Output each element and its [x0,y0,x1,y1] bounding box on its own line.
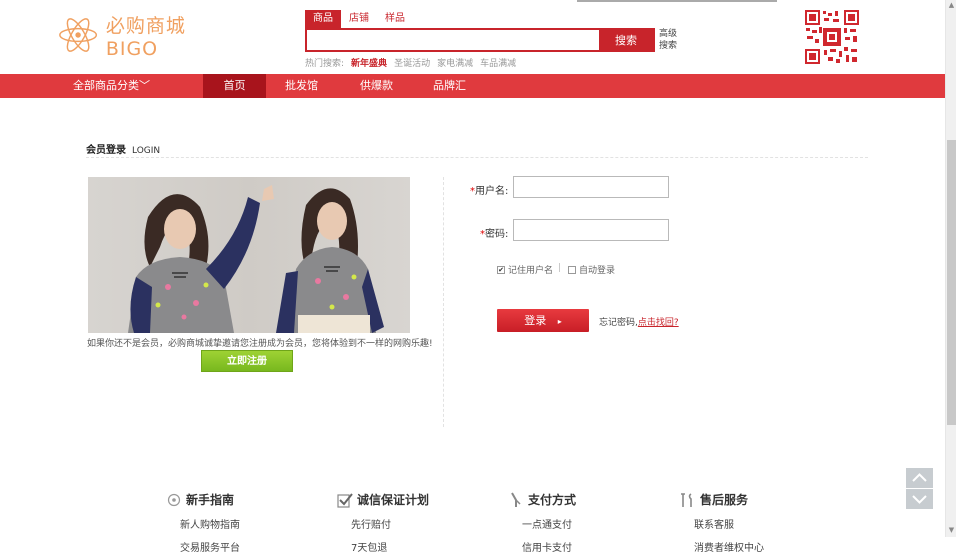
login-button-label: 登录 [524,314,547,327]
search-input[interactable] [307,30,599,50]
footer-link[interactable]: 一点通支付 [508,516,576,531]
footer-column-payment: 支付方式 一点通支付 信用卡支付 [508,491,576,554]
search-button[interactable]: 搜索 [599,30,653,50]
scrollbar-thumb[interactable] [947,140,956,425]
login-title-en: LOGIN [132,146,161,156]
qr-code-icon [804,9,860,65]
footer-link[interactable]: 7天包退 [337,539,429,554]
hot-keyword[interactable]: 圣诞活动 [394,59,430,69]
chevron-down-icon [912,495,927,504]
footer-link[interactable]: 交易服务平台 [166,539,240,554]
checkbox-checked-icon: ✔ [497,265,505,274]
hot-keyword[interactable]: 家电满减 [437,59,473,69]
dropdown-edge [577,0,777,2]
footer-column-guarantee: 诚信保证计划 先行赔付 7天包退 [337,491,429,554]
hot-search-bar: 热门搜索: 新年盛典 圣诞活动 家电满减 车品满减 [305,56,523,69]
search-tab-sample[interactable]: 样品 [377,10,413,28]
arrow-right-icon: ▸ [557,317,562,326]
footer-link[interactable]: 联系客服 [680,516,764,531]
hot-keyword[interactable]: 新年盛典 [351,59,387,69]
username-input[interactable] [513,176,669,198]
advanced-search-link[interactable]: 高级搜索 [659,28,681,52]
forgot-password-link[interactable]: 点击找回? [638,318,679,328]
password-input[interactable] [513,219,669,241]
tools-icon [680,492,696,508]
search-tabs: 商品 店铺 样品 [305,10,413,28]
login-button[interactable]: 登录 ▸ [497,309,589,332]
scroll-top-button[interactable] [906,468,933,488]
nav-item-hot[interactable]: 供爆款 [345,74,408,98]
auto-login-label: 自动登录 [579,266,616,276]
username-label-text: 用户名: [475,186,509,197]
login-title: 会员登录 [86,145,126,156]
nav-item-wholesale[interactable]: 批发馆 [270,74,333,98]
search-tab-shop[interactable]: 店铺 [341,10,377,28]
compass-icon [166,492,182,508]
login-section-title: 会员登录 LOGIN [86,141,160,156]
fashion-models-illustration [128,185,384,333]
scroll-bottom-button[interactable] [906,489,933,509]
check-shield-icon [337,492,353,508]
search-box: 搜索 [305,28,655,52]
chevron-up-icon [912,473,927,482]
footer-column-guide: 新手指南 新人购物指南 交易服务平台 [166,491,240,554]
password-label-text: 密码: [485,229,509,240]
footer-title: 新手指南 [186,493,235,507]
footer-link[interactable]: 新人购物指南 [166,516,240,531]
register-note: 如果你还不是会员，必购商城诚挚邀请您注册成为会员，您将体验到不一样的网购乐趣! [87,339,433,349]
auto-login-checkbox[interactable]: 自动登录 [568,263,615,276]
footer-column-aftersales: 售后服务 联系客服 消费者维权中心 [680,491,764,554]
site-logo[interactable]: 必购商城 BIGO [58,12,233,60]
remember-label: 记住用户名 [508,266,554,276]
nav-item-brands[interactable]: 品牌汇 [418,74,481,98]
footer-title: 支付方式 [528,493,577,507]
title-divider [86,157,868,158]
search-tab-goods[interactable]: 商品 [305,10,341,28]
footer-link[interactable]: 信用卡支付 [508,539,576,554]
all-categories-label: 全部商品分类 [73,79,139,92]
chevron-down-icon: ﹀ [139,79,150,92]
footer-link[interactable]: 消费者维权中心 [680,539,764,554]
hot-search-label: 热门搜索: [305,59,345,69]
username-label: *用户名: [470,182,508,197]
checkbox-separator: | [558,263,562,273]
logo-text: 必购商城 BIGO [105,14,186,60]
checkbox-unchecked-icon [568,265,576,274]
remember-username-checkbox[interactable]: ✔ 记住用户名 [497,263,553,276]
atom-logo-icon [59,18,98,52]
scroll-down-icon[interactable]: ▼ [948,527,955,534]
forgot-password: 忘记密码,点击找回? [599,315,679,328]
promo-image [88,177,410,333]
all-categories-menu[interactable]: 全部商品分类﹀ [73,74,150,98]
vertical-divider [443,177,444,427]
forgot-text: 忘记密码, [599,318,638,328]
footer-title: 售后服务 [700,493,749,507]
page-scrollbar[interactable]: ▲ ▼ [945,0,956,537]
footer-title: 诚信保证计划 [357,493,430,507]
nav-item-home[interactable]: 首页 [203,74,266,98]
hot-keyword[interactable]: 车品满减 [480,59,516,69]
footer-link[interactable]: 先行赔付 [337,516,429,531]
main-nav: 全部商品分类﹀ 首页 批发馆 供爆款 品牌汇 [0,74,945,98]
scroll-up-icon[interactable]: ▲ [948,2,955,9]
password-label: *密码: [480,225,508,240]
payment-icon [508,492,524,508]
register-button[interactable]: 立即注册 [201,350,293,372]
